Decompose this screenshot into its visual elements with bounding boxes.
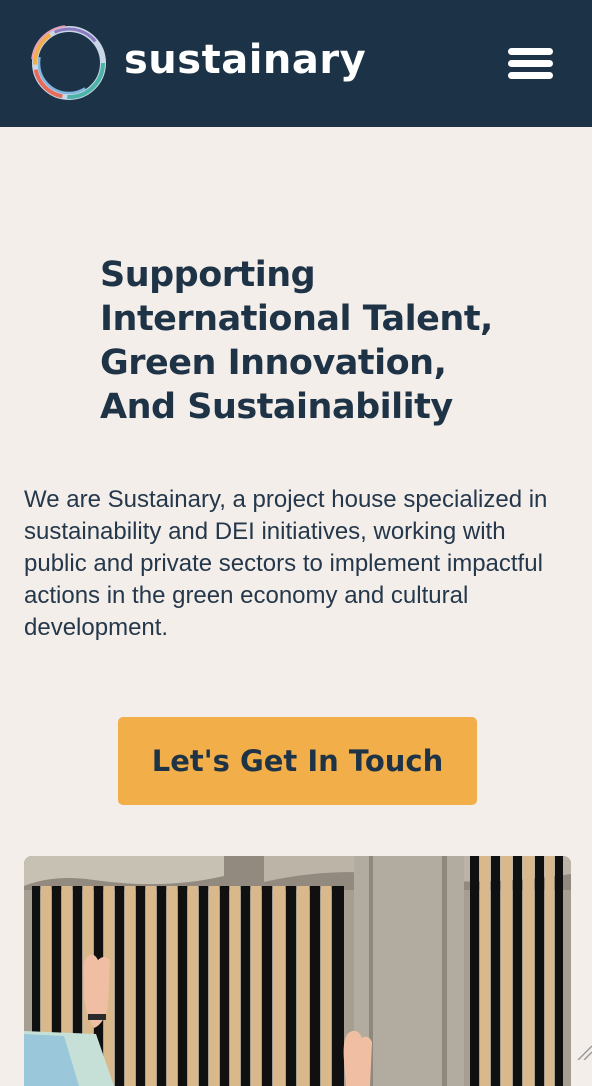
- get-in-touch-button[interactable]: Let's Get In Touch: [118, 717, 477, 805]
- headline-line: International Talent,: [100, 299, 493, 339]
- people-raising-hands-image: [24, 856, 571, 1086]
- hero-headline: Supporting International Talent, Green I…: [100, 253, 540, 429]
- resize-grip-icon[interactable]: [572, 1040, 592, 1060]
- hero-photo: [24, 856, 571, 1086]
- hamburger-menu-icon[interactable]: [504, 40, 556, 88]
- hero-intro-text: We are Sustainary, a project house speci…: [24, 486, 548, 641]
- brand-name[interactable]: sustainary: [124, 32, 366, 88]
- logo-icon[interactable]: [28, 22, 110, 104]
- headline-line: Green Innovation,: [100, 343, 447, 383]
- headline-line: And Sustainability: [100, 387, 453, 427]
- headline-line: Supporting: [100, 255, 316, 295]
- site-header: sustainary: [0, 0, 592, 127]
- hero-section: Supporting International Talent, Green I…: [0, 127, 592, 1086]
